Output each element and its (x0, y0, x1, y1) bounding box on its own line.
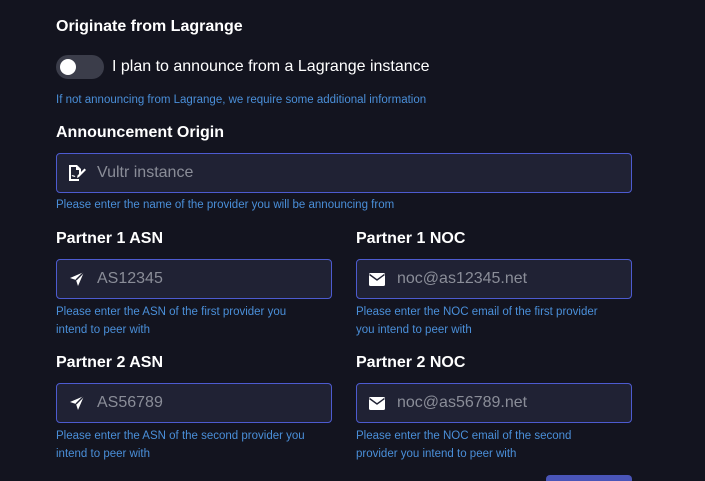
partner2-noc-help-line1: Please enter the NOC email of the second (356, 430, 572, 442)
partner1-noc-title: Partner 1 NOC (356, 230, 466, 247)
partner2-noc-help: Please enter the NOC email of the second… (356, 427, 646, 463)
partner1-noc-input[interactable] (397, 261, 631, 297)
location-arrow-icon (57, 384, 97, 422)
lagrange-toggle-label: I plan to announce from a Lagrange insta… (112, 58, 430, 75)
origin-field (56, 153, 632, 193)
toggle-knob (60, 59, 76, 75)
partner1-asn-help-line1: Please enter the ASN of the first provid… (56, 306, 287, 318)
partner1-asn-input[interactable] (97, 261, 331, 297)
origin-help: Please enter the name of the provider yo… (56, 199, 395, 211)
submit-button[interactable] (546, 475, 632, 481)
file-signature-icon (57, 154, 97, 192)
partner2-noc-help-line2: provider you intend to peer with (356, 448, 517, 460)
partner2-noc-title: Partner 2 NOC (356, 354, 466, 371)
partner1-asn-help: Please enter the ASN of the first provid… (56, 303, 336, 339)
partner1-asn-field (56, 259, 332, 299)
lagrange-toggle[interactable] (56, 55, 104, 79)
originate-help: If not announcing from Lagrange, we requ… (56, 94, 427, 106)
partner1-asn-title: Partner 1 ASN (56, 230, 163, 247)
page: Originate from Lagrange I plan to announ… (0, 0, 705, 481)
origin-title: Announcement Origin (56, 124, 224, 141)
location-arrow-icon (57, 260, 97, 298)
partner2-noc-field (356, 383, 632, 423)
partner2-noc-input[interactable] (397, 385, 631, 421)
partner2-asn-help-line1: Please enter the ASN of the second provi… (56, 430, 305, 442)
origin-input[interactable] (97, 155, 631, 191)
envelope-icon (357, 384, 397, 422)
partner1-asn-help-line2: intend to peer with (56, 324, 150, 336)
partner2-asn-field (56, 383, 332, 423)
partner1-noc-help-line2: you intend to peer with (356, 324, 472, 336)
partner1-noc-help-line1: Please enter the NOC email of the first … (356, 306, 598, 318)
partner1-noc-help: Please enter the NOC email of the first … (356, 303, 646, 339)
partner2-asn-help: Please enter the ASN of the second provi… (56, 427, 346, 463)
partner2-asn-help-line2: intend to peer with (56, 448, 150, 460)
partner1-noc-field (356, 259, 632, 299)
partner2-asn-input[interactable] (97, 385, 331, 421)
envelope-icon (357, 260, 397, 298)
partner2-asn-title: Partner 2 ASN (56, 354, 163, 371)
originate-title: Originate from Lagrange (56, 18, 243, 35)
